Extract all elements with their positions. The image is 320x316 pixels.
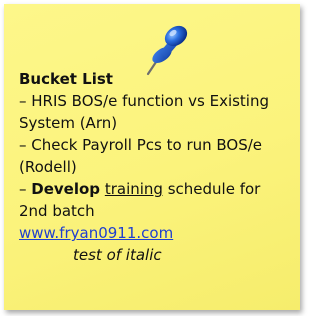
list-item-line: – Check Payroll Pcs to run BOS/e <box>19 136 263 154</box>
list-item-line: – HRIS BOS/e function vs Existing <box>19 92 270 110</box>
bold-word: Develop <box>31 180 101 198</box>
note-title: Bucket List <box>19 70 113 88</box>
sticky-note: Bucket List – HRIS BOS/e function vs Exi… <box>4 4 300 310</box>
list-item-prefix: – <box>19 180 32 198</box>
list-item-rest: schedule for <box>162 180 261 198</box>
note-content: Bucket List – HRIS BOS/e function vs Exi… <box>19 68 295 266</box>
list-item-line: – Develop training schedule for <box>19 178 295 200</box>
list-item-line: System (Arn) <box>19 114 118 132</box>
list-item-line: 2nd batch <box>19 202 95 220</box>
website-link-line: www.fryan0911.com <box>19 222 295 244</box>
list-item-line: (Rodell) <box>19 158 77 176</box>
italic-text: test of italic <box>73 246 162 264</box>
website-link[interactable]: www.fryan0911.com <box>19 224 173 242</box>
underlined-word: training <box>104 180 163 198</box>
